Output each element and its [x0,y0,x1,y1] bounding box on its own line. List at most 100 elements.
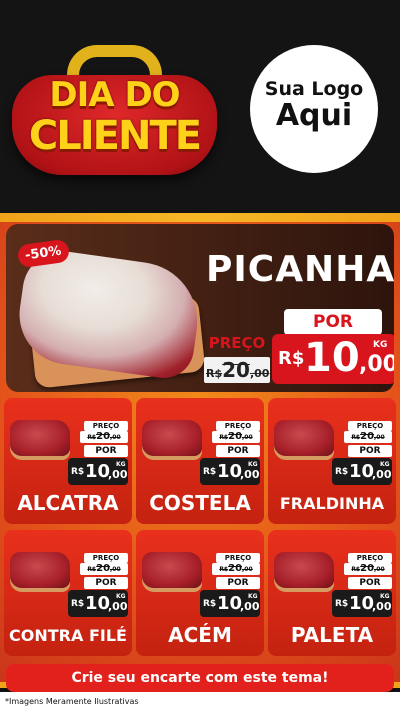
product-name: ACÉM [168,623,232,647]
card-unit: KG [116,593,126,600]
logo-text-line1: Sua Logo [264,78,364,100]
card-unit: KG [248,593,258,600]
card-por-label: POR [84,577,128,589]
card-price-int: 10 [85,593,111,614]
card-preco-label: PREÇO [84,553,128,563]
hero-price-int: 10 [304,335,360,381]
card-old-int: 20 [360,563,375,574]
meat-image [274,552,334,588]
card-price-dec: ,00 [240,600,260,613]
card-preco-label: PREÇO [348,421,392,431]
card-currency: R$ [71,599,85,609]
card-old-price: R$20,00 [344,431,392,443]
card-old-currency: R$ [351,566,361,573]
card-preco-label: PREÇO [216,553,260,563]
hero-product-name: PICANHA [206,249,394,290]
card-old-currency: R$ [87,566,97,573]
card-unit: KG [116,461,126,468]
card-por-label: POR [84,445,128,457]
card-old-currency: R$ [219,566,229,573]
card-old-int: 20 [228,563,243,574]
card-currency: R$ [203,467,217,477]
product-card: PREÇO R$20,00 POR R$ 10 KG ,00 PALETA [268,530,396,656]
card-preco-label: PREÇO [216,421,260,431]
card-old-price: R$20,00 [80,431,128,443]
card-old-dec: ,00 [242,434,253,441]
hero-old-int: 20 [222,358,250,382]
hero-currency: R$ [278,348,305,369]
meat-image [274,420,334,456]
card-price-tag: R$ 10 KG ,00 [200,458,260,485]
card-preco-label: PREÇO [348,553,392,563]
hero-price-tag: R$ 10 KG ,00 [272,334,394,384]
meat-image [142,420,202,456]
card-unit: KG [248,461,258,468]
card-por-label: POR [216,445,260,457]
card-price-int: 10 [217,593,243,614]
card-price-int: 10 [349,461,375,482]
card-currency: R$ [71,467,85,477]
meat-image [10,420,70,456]
card-price-tag: R$ 10 KG ,00 [332,590,392,617]
card-old-dec: ,00 [242,566,253,573]
badge-title-line1: DIA DO [49,75,180,115]
product-name: CONTRA FILÉ [9,626,127,645]
card-old-currency: R$ [87,434,97,441]
card-price-dec: ,00 [108,600,128,613]
hero-por-label: POR [284,309,382,335]
hero-old-price: R$20,00 [204,357,270,383]
card-price-tag: R$ 10 KG ,00 [332,458,392,485]
create-flyer-button[interactable]: Crie seu encarte com este tema! [6,664,394,692]
card-old-int: 20 [360,431,375,442]
card-unit: KG [380,593,390,600]
card-currency: R$ [203,599,217,609]
footer: *Imagens Meramente Ilustrativas [0,692,400,711]
card-price-int: 10 [349,593,375,614]
card-old-int: 20 [96,563,111,574]
badge-title-line2: CLIENTE [28,113,202,159]
hero-price-dec: ,00 [359,352,394,377]
dia-do-cliente-badge: DIA DO CLIENTE [12,45,217,175]
card-price-dec: ,00 [240,468,260,481]
card-price-tag: R$ 10 KG ,00 [68,458,128,485]
logo-text-line2: Aqui [275,98,353,133]
card-price-dec: ,00 [108,468,128,481]
card-old-dec: ,00 [110,566,121,573]
product-card: PREÇO R$20,00 POR R$ 10 KG ,00 FRALDINHA [268,398,396,524]
card-price-dec: ,00 [372,468,392,481]
product-name: FRALDINHA [279,494,385,513]
card-por-label: POR [348,445,392,457]
card-price-int: 10 [85,461,111,482]
card-old-int: 20 [96,431,111,442]
card-currency: R$ [335,467,349,477]
card-old-dec: ,00 [110,434,121,441]
card-por-label: POR [216,577,260,589]
hero-preco-label: PREÇO [208,334,266,352]
card-old-price: R$20,00 [212,431,260,443]
footnote-text: *Imagens Meramente Ilustrativas [5,697,139,706]
meat-image [10,552,70,588]
product-card: PREÇO R$20,00 POR R$ 10 KG ,00 ACÉM [136,530,264,656]
card-price-dec: ,00 [372,600,392,613]
card-unit: KG [380,461,390,468]
hero-old-currency: R$ [206,367,223,380]
card-old-currency: R$ [351,434,361,441]
card-price-tag: R$ 10 KG ,00 [200,590,260,617]
product-name: PALETA [290,623,374,647]
card-currency: R$ [335,599,349,609]
header: DIA DO CLIENTE Sua Logo Aqui [0,0,400,215]
card-old-price: R$20,00 [80,563,128,575]
card-preco-label: PREÇO [84,421,128,431]
card-old-price: R$20,00 [212,563,260,575]
hero-unit: KG [373,340,388,350]
card-old-price: R$20,00 [344,563,392,575]
product-card: PREÇO R$20,00 POR R$ 10 KG ,00 CONTRA FILÉ [4,530,132,656]
card-old-dec: ,00 [374,434,385,441]
card-price-int: 10 [217,461,243,482]
card-old-int: 20 [228,431,243,442]
product-name: COSTELA [149,491,251,515]
hero-offer-picanha: -50% PICANHA PREÇO R$20,00 POR R$ 10 KG … [6,224,394,392]
hero-old-dec: ,00 [249,367,270,380]
card-price-tag: R$ 10 KG ,00 [68,590,128,617]
product-card: PREÇO R$20,00 POR R$ 10 KG ,00 COSTELA [136,398,264,524]
